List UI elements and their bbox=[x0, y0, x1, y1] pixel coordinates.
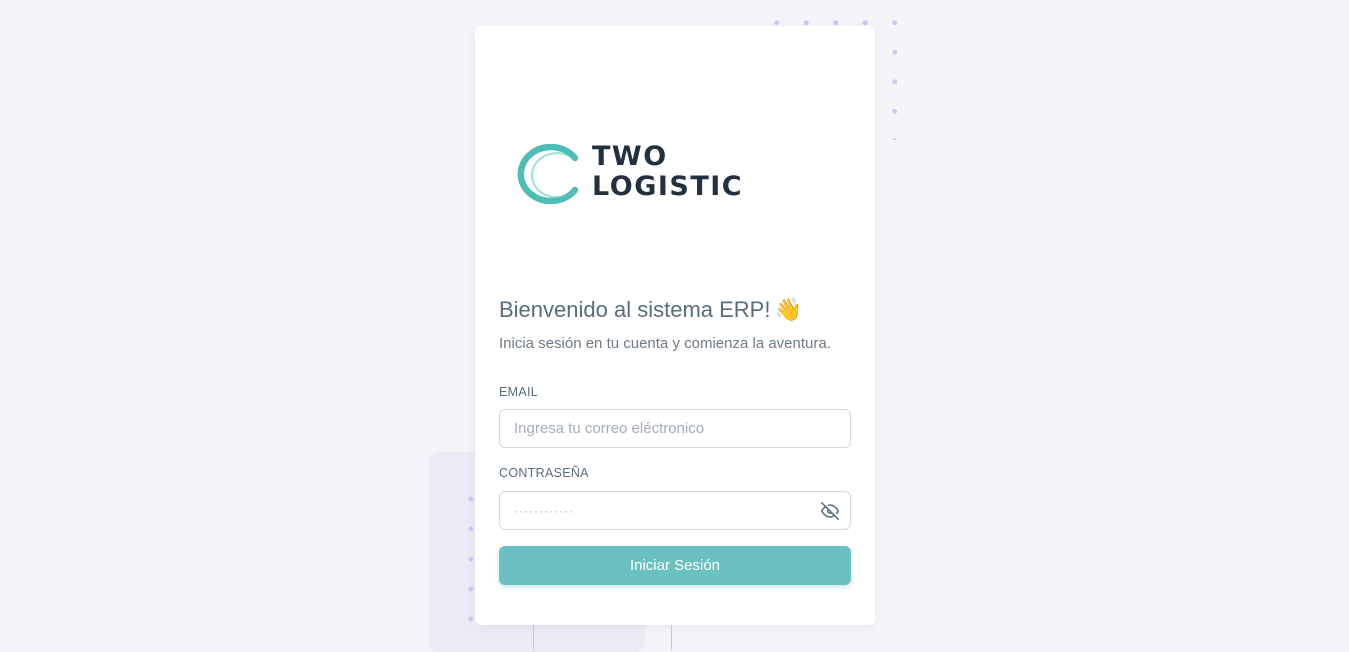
password-group bbox=[499, 491, 851, 530]
password-label: CONTRASEÑA bbox=[499, 466, 589, 480]
welcome-heading: Bienvenido al sistema ERP! 👋 bbox=[499, 297, 802, 323]
password-field[interactable] bbox=[499, 491, 851, 530]
welcome-title: Bienvenido al sistema ERP! bbox=[499, 297, 771, 322]
email-label: EMAIL bbox=[499, 385, 539, 399]
logo-ring-icon bbox=[517, 144, 579, 204]
logo-text-line1: TWO bbox=[592, 141, 668, 172]
eye-off-icon[interactable] bbox=[821, 502, 839, 520]
waving-hand-icon: 👋 bbox=[774, 297, 802, 322]
two-logistic-logo: TWO LOGISTIC bbox=[515, 142, 785, 204]
email-field[interactable] bbox=[499, 409, 851, 448]
login-button[interactable]: Iniciar Sesión bbox=[499, 546, 851, 585]
logo-text-line2: LOGISTIC bbox=[592, 171, 744, 202]
welcome-subtitle: Inicia sesión en tu cuenta y comienza la… bbox=[499, 335, 831, 352]
login-card: TWO LOGISTIC Bienvenido al sistema ERP! 👋… bbox=[475, 26, 875, 625]
